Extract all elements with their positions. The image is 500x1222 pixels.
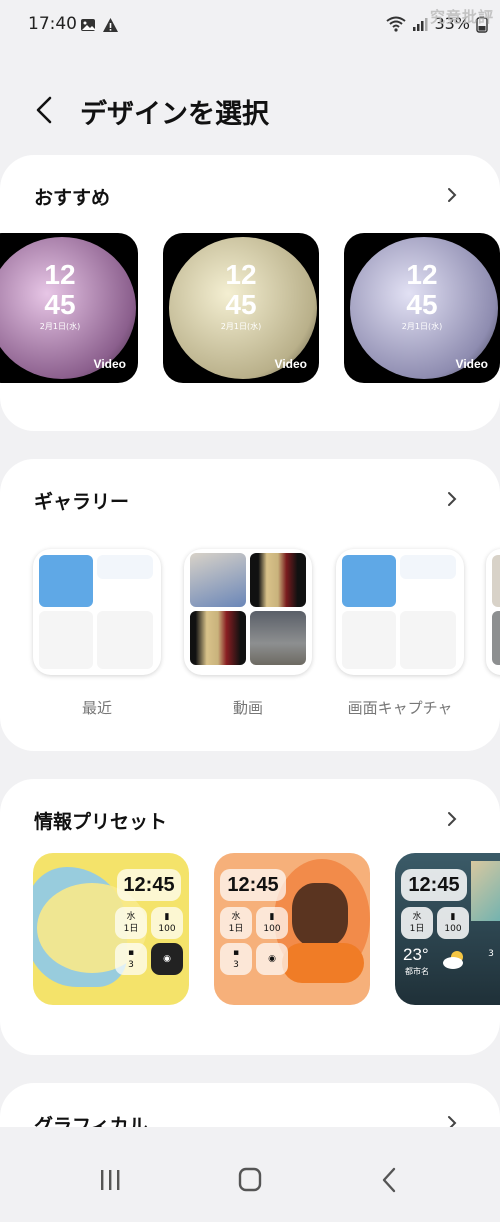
status-time: 17:40	[28, 14, 77, 34]
preset-clock: 12:45	[220, 869, 286, 901]
graphical-card: グラフィカル	[0, 1083, 500, 1127]
preset-day-tile: 水 1日	[401, 907, 433, 939]
camera-icon: ◉	[151, 943, 183, 975]
back-nav-button[interactable]	[370, 1166, 410, 1194]
rec-time-hour: 12	[44, 259, 76, 290]
video-badge: Video	[93, 357, 126, 371]
rec-date: 2月1日(水)	[220, 322, 262, 331]
video-badge: Video	[274, 357, 307, 371]
video-badge: Video	[455, 357, 488, 371]
rec-time-minute: 45	[44, 289, 76, 320]
navigation-bar	[0, 1128, 500, 1222]
gallery-label-video: 動画	[232, 699, 263, 717]
gallery-album-recent[interactable]	[33, 549, 161, 675]
preset-clock: 12:45	[401, 869, 467, 901]
preset-day-tile: 水 1日	[220, 907, 252, 939]
rec-time-minute: 45	[406, 289, 438, 320]
preset-temperature: 23°	[403, 945, 429, 964]
rec-time-hour: 12	[225, 259, 257, 290]
preset-battery-tile: ▮ 100	[437, 907, 469, 939]
preset-day-tile: 水 1日	[115, 907, 147, 939]
recommended-wallpaper-3[interactable]: 12 45 2月1日(水) Video	[344, 233, 500, 383]
preset-notif-tile: ▪ 3	[115, 943, 147, 975]
preset-3[interactable]: 12:45 水 1日 ▮ 100 23° 都市名 3	[395, 853, 500, 1005]
warning-icon	[103, 18, 118, 32]
preset-notif-tile: ▪ 3	[220, 943, 252, 975]
rec-time-hour: 12	[406, 259, 438, 290]
status-bar: 17:40 33% 究竟批評	[0, 0, 500, 52]
image-icon	[81, 19, 95, 31]
preset-battery-tile: ▮ 100	[151, 907, 183, 939]
recommended-wallpaper-2[interactable]: 12 45 2月1日(水) Video	[163, 233, 319, 383]
preset-1[interactable]: 12:45 水 1日 ▮ 100 ▪ 3 ◉	[33, 853, 189, 1005]
gallery-label-recent: 最近	[81, 699, 112, 717]
weather-cloud-icon	[443, 951, 463, 969]
presets-title: 情報プリセット	[34, 811, 168, 833]
wifi-icon	[386, 16, 407, 32]
header: デザインを選択	[0, 86, 500, 138]
recommended-title: おすすめ	[34, 187, 111, 209]
rec-time-minute: 45	[225, 289, 257, 320]
gallery-card: ギャラリー 最近 動画 画面キャプチャ	[0, 459, 500, 751]
gallery-album-video[interactable]	[184, 549, 312, 675]
gallery-album-partial[interactable]	[486, 549, 500, 675]
graphical-title: グラフィカル	[34, 1115, 148, 1127]
presets-card: 情報プリセット 12:45 水 1日 ▮ 100 ▪ 3 ◉ 12:45 水 1日 ▮ 1…	[0, 779, 500, 1055]
rec-date: 2月1日(水)	[39, 322, 81, 331]
preset-city: 都市名	[405, 967, 429, 976]
preset-notif-count: 3	[488, 949, 494, 959]
preset-2[interactable]: 12:45 水 1日 ▮ 100 ▪ 3 ◉	[214, 853, 370, 1005]
watermark: 究竟批評	[429, 8, 494, 26]
back-button[interactable]	[28, 92, 64, 128]
gallery-title: ギャラリー	[34, 491, 130, 513]
graphical-more-chevron-icon[interactable]	[444, 1115, 460, 1127]
camera-icon: ◉	[256, 943, 288, 975]
page-title: デザインを選択	[80, 99, 269, 130]
preset-battery-tile: ▮ 100	[256, 907, 288, 939]
recent-apps-button[interactable]	[90, 1166, 130, 1194]
preset-clock: 12:45	[117, 869, 181, 901]
gallery-label-screen-capture: 画面キャプチャ	[347, 699, 453, 717]
home-button[interactable]	[230, 1166, 270, 1194]
gallery-album-screen-capture[interactable]	[336, 549, 464, 675]
rec-date: 2月1日(水)	[401, 322, 443, 331]
status-notification-icons	[80, 17, 119, 33]
recommended-card: おすすめ 12 45 2月1日(水) Video 12 45 2月1日(水) V…	[0, 155, 500, 431]
presets-more-chevron-icon[interactable]	[444, 811, 460, 827]
recommended-more-chevron-icon[interactable]	[444, 187, 460, 203]
gallery-more-chevron-icon[interactable]	[444, 491, 460, 507]
signal-icon	[413, 17, 428, 31]
recommended-wallpaper-1[interactable]: 12 45 2月1日(水) Video	[0, 233, 138, 383]
